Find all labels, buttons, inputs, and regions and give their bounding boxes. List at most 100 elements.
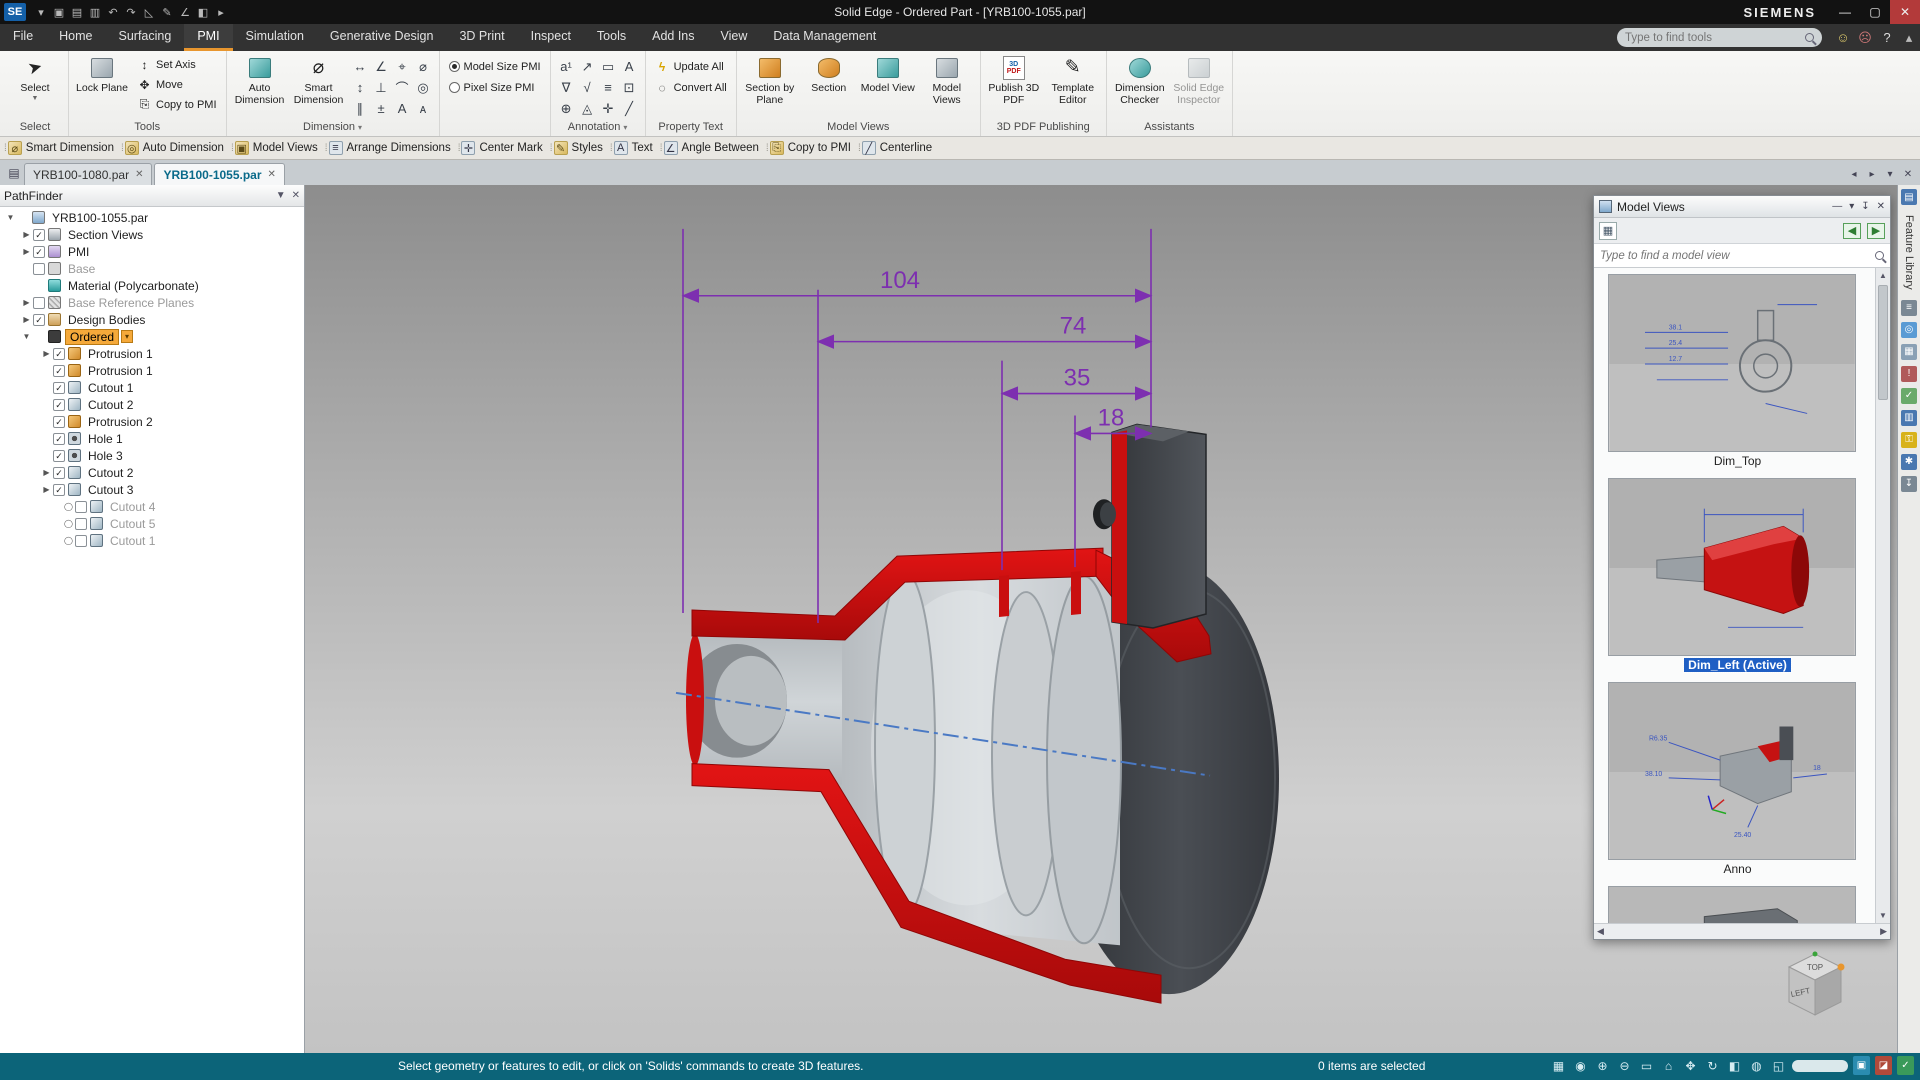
help-icon[interactable]: ?	[1876, 30, 1898, 45]
pixel-size-pmi-radio[interactable]: Pixel Size PMI	[445, 78, 539, 97]
visibility-checkbox-icon[interactable]: ✓	[53, 415, 65, 428]
visibility-checkbox-icon[interactable]: ✓	[53, 449, 65, 462]
find-tools-input[interactable]	[1625, 31, 1805, 44]
tree-item-protrusion-2[interactable]: ✓ Protrusion 2	[0, 413, 304, 430]
zoom-area-icon[interactable]: ▭	[1638, 1056, 1655, 1075]
save-icon[interactable]: ▣	[50, 3, 68, 21]
model-views-list[interactable]: 38.1 25.4 12.7 Dim_Top Dim_Left (Active)…	[1594, 268, 1890, 923]
select-filter-icon[interactable]: ▦	[1550, 1056, 1567, 1075]
model-view-item-dim-top[interactable]: 38.1 25.4 12.7 Dim_Top	[1608, 274, 1867, 472]
app-logo[interactable]: SE	[4, 3, 26, 21]
tab-home[interactable]: Home	[46, 24, 105, 51]
highlight-icon[interactable]: ◉	[1572, 1056, 1589, 1075]
happy-feedback-icon[interactable]: ☺	[1832, 30, 1854, 45]
model-view-label[interactable]: Anno	[1723, 862, 1751, 876]
tree-item-cutout-1[interactable]: ✓ Cutout 1	[0, 379, 304, 396]
symmetric-diameter-icon[interactable]: ⌀	[413, 56, 434, 77]
tree-item-pmi[interactable]: ▶ ✓ PMI	[0, 243, 304, 260]
selected-item-menu-icon[interactable]: ▾	[121, 330, 134, 343]
balloon-icon[interactable]: a¹	[556, 56, 577, 77]
section-toggle-icon[interactable]: ◪	[1875, 1056, 1892, 1075]
feature-control-frame-icon[interactable]: ⊕	[556, 98, 577, 119]
alerts-icon[interactable]: !	[1901, 365, 1917, 382]
document-tab-yrb100-1055[interactable]: YRB100-1055.par ✕	[154, 163, 285, 185]
visibility-checkbox-icon[interactable]: ✓	[53, 398, 65, 411]
quick-arrange-dimensions[interactable]: ≡ Arrange Dimensions	[327, 137, 458, 160]
shading-icon[interactable]: ◍	[1748, 1056, 1765, 1075]
visibility-checkbox-icon[interactable]: ✓	[53, 466, 65, 479]
tab-surfacing[interactable]: Surfacing	[106, 24, 185, 51]
tab-pmi[interactable]: PMI	[184, 24, 233, 51]
tab-add-ins[interactable]: Add Ins	[639, 24, 707, 51]
print-icon[interactable]: ▥	[86, 3, 104, 21]
expand-arrow-icon[interactable]: ▶	[40, 349, 53, 358]
tree-item-cutout-5[interactable]: ◯✓ Cutout 5	[0, 515, 304, 532]
center-mark-icon[interactable]: ✛	[598, 98, 619, 119]
pan-icon[interactable]: ✥	[1682, 1056, 1699, 1075]
tab-menu-icon[interactable]: ▾	[1882, 166, 1898, 182]
expand-arrow-icon[interactable]: ▼	[4, 213, 17, 222]
rotate-icon[interactable]: ↻	[1704, 1056, 1721, 1075]
visibility-checkbox-icon[interactable]: ✓	[53, 381, 65, 394]
panel-minimize-icon[interactable]: —	[1832, 201, 1842, 212]
dim-left-thumbnail[interactable]	[1608, 478, 1856, 656]
quick-angle-between[interactable]: ∠ Angle Between	[662, 137, 766, 160]
dim-top-thumbnail[interactable]: 38.1 25.4 12.7	[1608, 274, 1856, 452]
view-style-icon[interactable]: ▣	[1853, 1056, 1870, 1075]
close-button[interactable]: ✕	[1890, 0, 1920, 24]
sad-feedback-icon[interactable]: ☹	[1854, 30, 1876, 46]
scroll-up-icon[interactable]: ▲	[1876, 268, 1890, 283]
coordinate-dimension-icon[interactable]: ⌖	[392, 56, 413, 77]
tree-item-cutout-2b[interactable]: ▶ ✓ Cutout 2	[0, 464, 304, 481]
sketch-icon[interactable]: ✎	[158, 3, 176, 21]
model-view-label[interactable]: Dim_Top	[1714, 454, 1761, 468]
minimize-button[interactable]: —	[1830, 0, 1860, 24]
set-axis-button[interactable]: ↕ Set Axis	[133, 55, 221, 74]
scroll-left-icon[interactable]: ◀	[1597, 926, 1604, 937]
tree-item-cutout-3[interactable]: ▶ ✓ Cutout 3	[0, 481, 304, 498]
app-menu-icon[interactable]: ▾	[32, 3, 50, 21]
select-dropdown-icon[interactable]: ▼	[32, 95, 39, 103]
feature-library-tab[interactable]: Feature Library	[1903, 211, 1915, 294]
scroll-right-icon[interactable]: ▶	[1880, 926, 1887, 937]
expand-arrow-icon[interactable]: ▼	[20, 332, 33, 341]
text-small-icon[interactable]: ᴀ	[413, 98, 434, 119]
anno-thumbnail[interactable]: R6.35 38.10 18 25.40	[1608, 682, 1856, 860]
tree-item-material[interactable]: Material (Polycarbonate)	[0, 277, 304, 294]
quick-auto-dimension[interactable]: ◎ Auto Dimension	[123, 137, 231, 160]
tree-item-root[interactable]: ▼ YRB100-1055.par	[0, 209, 304, 226]
arc-dimension-icon[interactable]: ⌒	[392, 77, 413, 98]
visibility-checkbox-icon[interactable]: ✓	[33, 245, 45, 258]
settings-icon[interactable]: ✱	[1901, 453, 1917, 470]
find-tools-search[interactable]	[1617, 28, 1822, 47]
move-button[interactable]: ✥ Move	[133, 75, 221, 94]
dimension-104[interactable]: 104	[880, 267, 920, 294]
visibility-checkbox-icon[interactable]: ✓	[33, 313, 45, 326]
visibility-checkbox-icon[interactable]: ✓	[53, 364, 65, 377]
panel-pin-icon[interactable]: ↧	[1861, 201, 1869, 212]
vertical-scrollbar[interactable]: ▲ ▼	[1875, 268, 1890, 923]
pathfinder-filter-icon[interactable]: ▼	[276, 190, 286, 201]
measure-icon[interactable]: ∠	[176, 3, 194, 21]
redo-icon[interactable]: ↷	[122, 3, 140, 21]
expand-arrow-icon[interactable]: ▶	[40, 468, 53, 477]
zoom-out-icon[interactable]: ⊖	[1616, 1056, 1633, 1075]
tree-item-cutout-1c[interactable]: ◯✓ Cutout 1	[0, 532, 304, 549]
tab-close-icon[interactable]: ✕	[268, 169, 276, 180]
panel-menu-icon[interactable]: ▾	[1849, 201, 1854, 212]
update-all-button[interactable]: ϟ Update All	[651, 57, 728, 76]
tree-item-design-bodies[interactable]: ▶ ✓ Design Bodies	[0, 311, 304, 328]
tab-scroll-right-icon[interactable]: ▸	[1864, 166, 1880, 182]
tree-item-base-reference-planes[interactable]: ▶✓ Base Reference Planes	[0, 294, 304, 311]
tab-view[interactable]: View	[708, 24, 761, 51]
quick-centerline[interactable]: ╱ Centerline	[860, 137, 939, 160]
vertical-dimension-icon[interactable]: ↕	[350, 77, 371, 98]
previous-view-icon[interactable]: ◀	[1843, 222, 1861, 239]
visibility-checkbox-icon[interactable]: ✓	[75, 500, 87, 513]
tab-3d-print[interactable]: 3D Print	[446, 24, 517, 51]
model-view-label-active[interactable]: Dim_Left (Active)	[1683, 657, 1792, 673]
tab-simulation[interactable]: Simulation	[233, 24, 317, 51]
model-views-button[interactable]: Model Views	[919, 53, 975, 107]
undo-icon[interactable]: ↶	[104, 3, 122, 21]
tree-item-cutout-2[interactable]: ✓ Cutout 2	[0, 396, 304, 413]
